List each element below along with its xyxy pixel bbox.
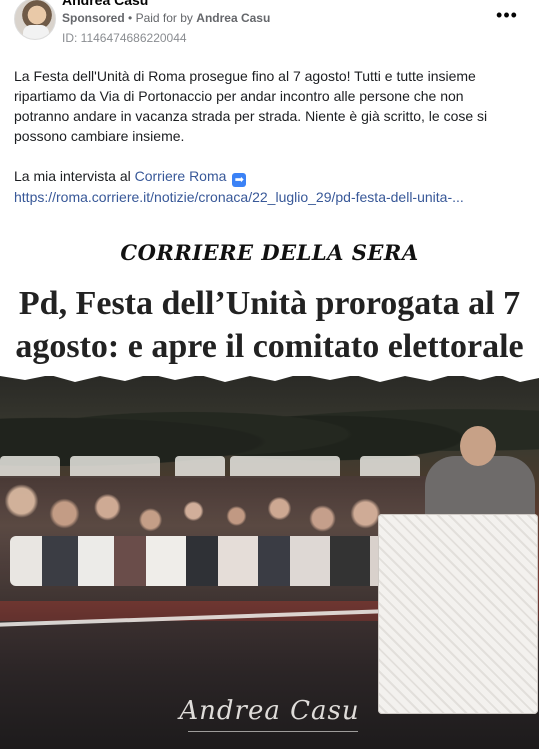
article-url-link[interactable]: https://roma.corriere.it/notizie/cronaca… <box>14 189 464 205</box>
ad-id: ID: 1146474686220044 <box>62 31 187 45</box>
headline-line-1: Pd, Festa dell’Unità prorogata al 7 <box>18 285 521 322</box>
paid-for-prefix: Paid for by <box>135 11 193 25</box>
ad-post-card: Andrea Casu Sponsored • Paid for by Andr… <box>0 0 539 749</box>
article-headline: Pd, Festa dell’Unità prorogata al 7 agos… <box>8 282 531 368</box>
avatar[interactable] <box>14 0 56 40</box>
more-options-icon[interactable]: ••• <box>496 6 518 26</box>
interview-prefix: La mia intervista al <box>14 168 131 184</box>
sponsored-meta: Sponsored • Paid for by Andrea Casu <box>62 11 270 25</box>
post-header: Andrea Casu Sponsored • Paid for by Andr… <box>0 0 539 58</box>
post-body: La Festa dell'Unità di Roma prosegue fin… <box>14 66 519 207</box>
sponsored-label[interactable]: Sponsored <box>62 11 125 25</box>
meta-separator: • <box>128 11 133 25</box>
body-paragraph: La Festa dell'Unità di Roma prosegue fin… <box>14 68 488 144</box>
corriere-roma-link[interactable]: Corriere Roma <box>135 168 227 184</box>
headline-line-2: agosto: e apre il comitato elettorale <box>15 328 524 365</box>
event-photo: Andrea Casu <box>0 376 539 749</box>
arrow-right-icon: ➡ <box>232 173 247 187</box>
torn-paper-edge <box>0 366 539 382</box>
paid-for-name: Andrea Casu <box>196 11 271 25</box>
podium <box>378 514 538 714</box>
newspaper-masthead: CORRIERE DELLA SERA <box>120 240 419 265</box>
signature-watermark: Andrea Casu <box>179 696 360 726</box>
interview-line: La mia intervista al Corriere Roma ➡ <box>14 166 519 187</box>
ad-creative-image[interactable]: CORRIERE DELLA SERA Pd, Festa dell’Unità… <box>0 226 539 749</box>
page-name[interactable]: Andrea Casu <box>62 0 148 8</box>
